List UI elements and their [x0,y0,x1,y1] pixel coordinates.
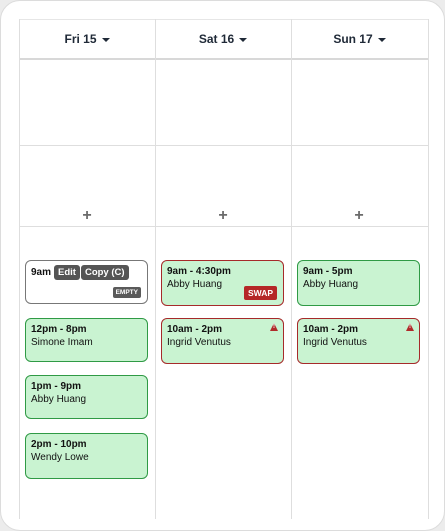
shift-card[interactable]: 1pm - 9pm Abby Huang [25,375,148,419]
warning-icon [270,323,278,331]
shift-employee: Ingrid Venutus [167,337,231,348]
add-shift-button-sun[interactable]: + [349,207,369,225]
edit-button[interactable]: Edit [54,265,80,280]
shift-employee: Abby Huang [31,394,87,405]
warning-icon [406,323,414,331]
shift-employee: Wendy Lowe [31,452,89,463]
empty-badge: EMPTY [112,287,141,298]
add-shift-button-sat[interactable]: + [213,207,233,225]
shift-time: 9am [31,267,52,278]
grid-line [291,19,292,519]
day-header-row: Fri 15 Sat 16 Sun 17 [19,19,428,60]
day-header-label: Sat 16 [198,32,235,46]
shift-time: 9am - 4:30pm [167,266,231,277]
day-header-sat[interactable]: Sat 16 [155,20,291,58]
schedule-frame: Fri 15 Sat 16 Sun 17 + + + 9am Edit Copy… [0,0,445,531]
shift-card[interactable]: 10am - 2pm Ingrid Venutus [161,318,284,364]
day-header-label: Fri 15 [64,32,97,46]
shift-time: 1pm - 9pm [31,381,82,392]
grid-line [428,19,429,519]
grid-line [19,226,428,227]
shift-time: 9am - 5pm [303,266,353,277]
day-header-fri[interactable]: Fri 15 [19,20,155,58]
chevron-down-icon [101,38,110,42]
shift-time: 10am - 2pm [167,324,223,335]
shift-card[interactable]: 9am - 4:30pm Abby Huang SWAP [161,260,284,306]
shift-card[interactable]: 10am - 2pm Ingrid Venutus [297,318,420,364]
shift-time: 2pm - 10pm [31,439,87,450]
add-shift-button-fri[interactable]: + [77,207,97,225]
shift-card[interactable]: 12pm - 8pm Simone Imam [25,318,148,362]
grid-line [19,145,428,146]
shift-time: 10am - 2pm [303,324,359,335]
chevron-down-icon [377,38,386,42]
shift-employee: Abby Huang [303,279,359,290]
swap-badge[interactable]: SWAP [243,286,277,300]
shift-employee: Ingrid Venutus [303,337,367,348]
shift-card[interactable]: 2pm - 10pm Wendy Lowe [25,433,148,479]
shift-employee: Simone Imam [31,337,93,348]
grid-line [155,19,156,519]
draft-shift-card[interactable]: 9am Edit Copy (C) EMPTY [25,260,148,304]
day-header-label: Sun 17 [333,32,373,46]
copy-button[interactable]: Copy (C) [80,265,129,280]
day-header-sun[interactable]: Sun 17 [291,20,428,58]
shift-card[interactable]: 9am - 5pm Abby Huang [297,260,420,306]
shift-time: 12pm - 8pm [31,324,87,335]
chevron-down-icon [239,38,248,42]
grid-line [19,19,20,519]
